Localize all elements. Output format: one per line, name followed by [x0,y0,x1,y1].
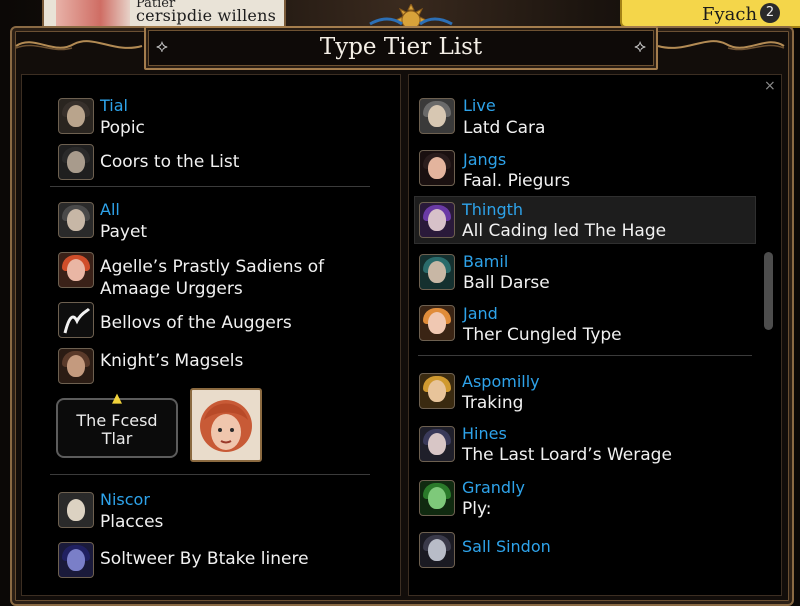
item-category: Live [463,96,496,115]
title-bar: ⟡ Type Tier List ⟡ [144,26,658,70]
page-title: Type Tier List [319,34,483,60]
character-avatar [58,348,94,384]
close-icon[interactable]: × [764,78,776,94]
featured-label-line1: The Fcesd [76,411,158,430]
character-avatar [58,252,94,288]
item-label: Soltweer By Btake linere [100,549,309,569]
profile-portrait-image [56,0,130,26]
item-category: Bamil [463,252,509,271]
featured-character-portrait[interactable] [190,388,262,462]
character-avatar [419,373,455,409]
item-label: Faal. Piegurs [463,171,571,191]
item-category: Aspomilly [462,372,540,391]
left-ornament-icon [15,40,143,51]
character-avatar [419,532,455,568]
scrollbar-thumb[interactable] [764,252,773,330]
item-category: Tial [100,96,128,115]
top-right-action-button[interactable]: Fyach 2 [620,0,800,28]
item-label: Ply: [462,499,492,519]
item-label: Knight’s Magsels [100,351,244,371]
crown-icon: ▲ [112,391,122,406]
item-label: All Cading led The Hage [462,221,667,241]
item-category: Hines [462,424,507,443]
item-label: Bellovs of the Auggers [100,313,292,333]
character-avatar [419,426,455,462]
item-label: Traking [462,393,524,413]
item-label: Agelle’s Prastly Sadiens of [100,257,325,277]
character-avatar [419,150,455,186]
item-category: Jangs [463,150,507,169]
character-avatar [58,302,94,338]
character-avatar [419,254,455,290]
character-avatar [58,202,94,238]
notification-badge: 2 [760,3,780,23]
featured-label-line2: Tlar [101,429,133,448]
item-label: Coors to the List [100,152,240,172]
item-category: Thingth [462,200,524,219]
item-label: Popic [100,118,145,138]
character-avatar [419,98,455,134]
title-right-ornament-icon: ⟡ [634,36,646,57]
right-ornament-icon [657,40,785,51]
section-divider [50,474,370,475]
section-divider [418,355,752,356]
item-category: Jand [463,304,498,323]
character-avatar [58,492,94,528]
character-avatar [58,98,94,134]
section-divider [50,186,370,187]
item-category: Grandly [462,478,525,497]
item-label: Ball Darse [463,273,550,293]
item-label: Placces [100,512,164,532]
item-label: Payet [100,222,148,242]
scrollbar-track[interactable] [762,98,774,568]
item-category: Sall Sindon [462,537,551,556]
item-label: The Last Loard’s Werage [462,445,672,465]
character-avatar [419,305,455,341]
character-avatar [419,202,455,238]
character-avatar [58,542,94,578]
item-label: Ther Cungled Type [463,325,622,345]
item-category: All [100,200,120,219]
item-label: Latd Cara [463,118,546,138]
item-category: Niscor [100,490,150,509]
character-avatar [58,144,94,180]
item-label-line2: Amaage Urggers [100,279,243,299]
top-card-line2: cersipdie willens [136,6,276,25]
character-avatar [419,480,455,516]
featured-tier-button[interactable]: ▲ The Fcesd Tlar [56,391,178,458]
top-right-label: Fyach [702,4,758,25]
